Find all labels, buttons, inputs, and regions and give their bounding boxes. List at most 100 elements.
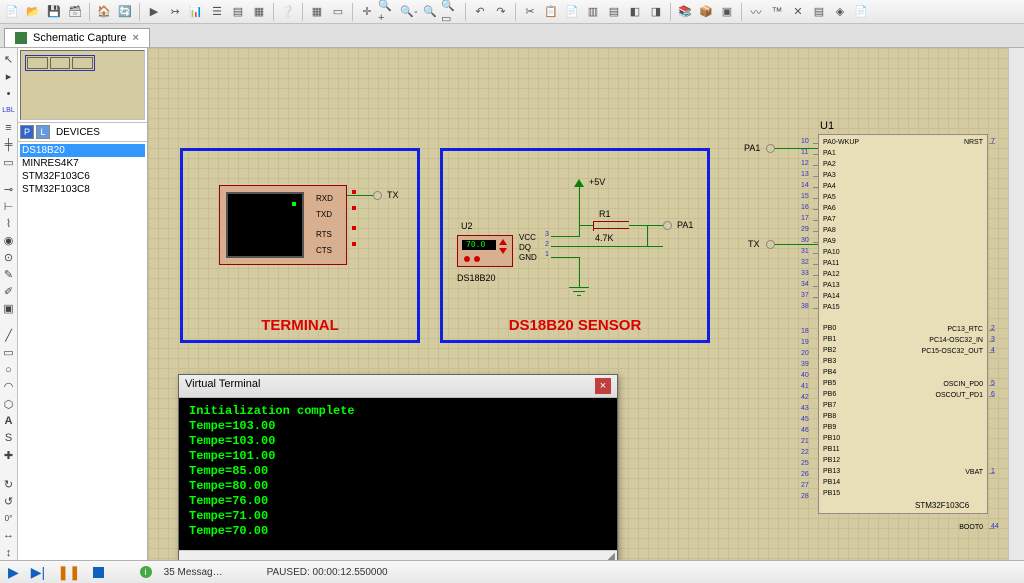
graph-icon[interactable]: 📊 [186, 2, 206, 22]
text-icon[interactable]: A [1, 414, 17, 429]
cut-icon[interactable]: ✂ [520, 2, 540, 22]
net-tx-mcu-label: TX [748, 239, 760, 249]
bus-icon[interactable]: ╪ [1, 138, 17, 153]
net-tx-label: TX [387, 190, 399, 200]
text-script-icon[interactable]: ≡ [1, 121, 17, 136]
circle-icon[interactable]: ○ [1, 362, 17, 377]
home-icon[interactable]: 🏠 [94, 2, 114, 22]
rotate-ccw-icon[interactable]: ↺ [1, 494, 17, 509]
device-item-stm32c6[interactable]: STM32F103C6 [20, 170, 145, 183]
new-icon[interactable]: 📄 [2, 2, 22, 22]
pin-vcc: VCC [519, 233, 536, 242]
redo-icon[interactable]: ↷ [491, 2, 511, 22]
marker-icon[interactable]: ✚ [1, 448, 17, 463]
temp-up-button[interactable] [499, 239, 507, 245]
generator-icon[interactable]: ⊙ [1, 250, 17, 265]
zoom-fit-icon[interactable]: 🔍 [420, 2, 440, 22]
message-icon[interactable]: i [140, 566, 152, 578]
zoom-out-icon[interactable]: 🔍- [399, 2, 419, 22]
grid-icon[interactable]: ▦ [307, 2, 327, 22]
paste-icon[interactable]: 📄 [562, 2, 582, 22]
stop-button[interactable] [93, 567, 104, 578]
schematic-canvas[interactable]: RXD TXD RTS CTS TX TERMINAL U2 70.0 [148, 48, 1008, 560]
resistor-r1[interactable] [593, 221, 629, 229]
temp-down-button[interactable] [499, 248, 507, 254]
compile-icon[interactable]: ◈ [830, 2, 850, 22]
wire-icon[interactable]: 〰 [746, 2, 766, 22]
rect-icon[interactable]: ▭ [1, 345, 17, 360]
arc-icon[interactable]: ◠ [1, 379, 17, 394]
pick-icon[interactable]: 📚 [675, 2, 695, 22]
stm32-component[interactable]: PA0-WKUPPA1PA2PA3PA4PA5PA6PA7PA8PA9PA10P… [818, 134, 988, 514]
component-icon[interactable]: ▸ [1, 69, 17, 84]
device-item-stm32c8[interactable]: STM32F103C8 [20, 183, 145, 196]
block-rotate-icon[interactable]: ◧ [625, 2, 645, 22]
open-icon[interactable]: 📂 [23, 2, 43, 22]
bom-icon[interactable]: ▤ [809, 2, 829, 22]
close-icon[interactable]: × [133, 32, 139, 44]
probe-v-icon[interactable]: ✎ [1, 267, 17, 282]
flip-v-icon[interactable]: ↕ [1, 545, 17, 560]
save-icon[interactable]: 💾 [44, 2, 64, 22]
tab-schematic[interactable]: Schematic Capture × [4, 28, 150, 47]
message-count[interactable]: 35 Messag… [164, 567, 223, 578]
device-list[interactable]: DS18B20 MINRES4K7 STM32F103C6 STM32F103C… [18, 142, 147, 560]
schematic-icon [15, 32, 27, 44]
u2-ref: U2 [461, 221, 473, 231]
report-icon[interactable]: 📄 [851, 2, 871, 22]
center-icon[interactable]: ✛ [357, 2, 377, 22]
help-icon[interactable]: ❔ [278, 2, 298, 22]
play-button[interactable]: ▶ [8, 564, 19, 581]
probe-i-icon[interactable]: ✐ [1, 284, 17, 299]
poly-icon[interactable]: ⬡ [1, 397, 17, 412]
pin-icon[interactable]: ⊢ [1, 199, 17, 214]
pick-button[interactable]: P [20, 125, 34, 139]
package-icon[interactable]: 📦 [696, 2, 716, 22]
library-button[interactable]: L [36, 125, 50, 139]
junction-icon[interactable]: • [1, 86, 17, 101]
graph-tool-icon[interactable]: ⌇ [1, 216, 17, 231]
block-move-icon[interactable]: ▤ [604, 2, 624, 22]
device-item-minres[interactable]: MINRES4K7 [20, 157, 145, 170]
net-pa1-mcu-label: PA1 [744, 143, 760, 153]
undo-icon[interactable]: ↶ [470, 2, 490, 22]
pointer-icon[interactable]: ↖ [1, 52, 17, 67]
angle-icon[interactable]: 0° [1, 511, 17, 526]
zoom-in-icon[interactable]: 🔍+ [378, 2, 398, 22]
rotate-cw-icon[interactable]: ↻ [1, 476, 17, 491]
page-icon[interactable]: ▤ [228, 2, 248, 22]
schematic-overview[interactable] [20, 50, 145, 120]
step-button[interactable]: ▶| [31, 564, 45, 581]
vertical-scrollbar[interactable] [1008, 48, 1024, 560]
symbol-icon[interactable]: S [1, 431, 17, 446]
ds18b20-component[interactable]: 70.0 [457, 235, 513, 267]
instrument-icon[interactable]: ▣ [1, 301, 17, 316]
block-copy-icon[interactable]: ▥ [583, 2, 603, 22]
virtual-terminal-component[interactable]: RXD TXD RTS CTS [219, 185, 347, 265]
list-icon[interactable]: ☰ [207, 2, 227, 22]
tape-icon[interactable]: ◉ [1, 233, 17, 248]
decomp-icon[interactable]: ▣ [717, 2, 737, 22]
erc-icon[interactable]: ™ [767, 2, 787, 22]
terminal-icon[interactable]: ⊸ [1, 181, 17, 196]
line-icon[interactable]: ╱ [1, 328, 17, 343]
netlist-icon[interactable]: ✕ [788, 2, 808, 22]
device-item-ds18b20[interactable]: DS18B20 [20, 144, 145, 157]
zoom-area-icon[interactable]: 🔍▭ [441, 2, 461, 22]
close-icon[interactable]: × [595, 378, 611, 394]
block-delete-icon[interactable]: ◨ [646, 2, 666, 22]
subcircuit-icon[interactable]: ▭ [1, 155, 17, 170]
label-icon[interactable]: LBL [1, 103, 17, 118]
step-icon[interactable]: ↣ [165, 2, 185, 22]
refresh-icon[interactable]: 🔄 [115, 2, 135, 22]
copy-icon[interactable]: 📋 [541, 2, 561, 22]
save-all-icon[interactable]: 🗃 [65, 2, 85, 22]
virtual-terminal-window[interactable]: Virtual Terminal × Initialization comple… [178, 374, 618, 560]
resize-handle-icon[interactable]: ◢ [179, 550, 617, 560]
play-toolbar-icon[interactable]: ▶ [144, 2, 164, 22]
sheet-icon[interactable]: ▭ [328, 2, 348, 22]
pause-button[interactable]: ❚❚ [57, 564, 80, 581]
side-toolbar: ↖ ▸ • LBL ≡ ╪ ▭ ⊸ ⊢ ⌇ ◉ ⊙ ✎ ✐ ▣ ╱ ▭ ○ ◠ … [0, 48, 18, 560]
chip-icon[interactable]: ▦ [249, 2, 269, 22]
flip-h-icon[interactable]: ↔ [1, 528, 17, 543]
